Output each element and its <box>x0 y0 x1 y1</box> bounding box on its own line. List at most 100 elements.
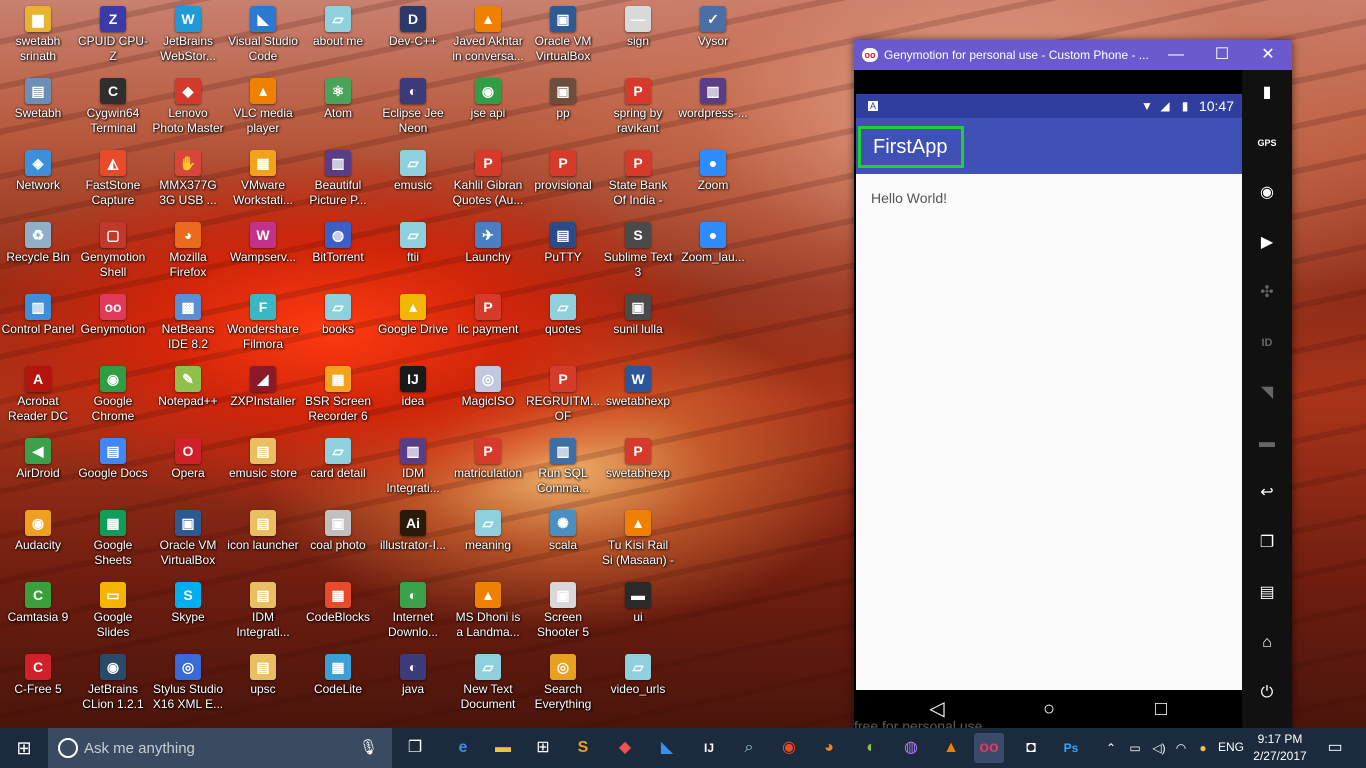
desktop-icon[interactable]: ▲ Google Drive <box>375 288 451 358</box>
desktop-icon[interactable]: ▦ VMware Workstati... <box>225 144 301 214</box>
desktop-icon[interactable]: ◐ Eclipse Jee Neon <box>375 72 451 142</box>
desktop-icon[interactable]: Pswetabhexp <box>600 432 676 502</box>
desktop-icon[interactable]: Wswetabhexp <box>600 360 676 430</box>
desktop-icon[interactable]: ▱ card detail <box>300 432 376 502</box>
gps-icon[interactable]: GPS <box>1252 128 1282 158</box>
desktop-icon[interactable]: ● Zoom <box>675 144 751 214</box>
home-icon[interactable]: ⌂ <box>1252 628 1282 658</box>
desktop-icon[interactable]: ▆ swetabh srinath <box>0 0 76 70</box>
desktop-icon[interactable]: PState Bank Of India -Recr... <box>600 144 676 214</box>
desktop-icon[interactable]: ◎ Search Everything <box>525 648 601 718</box>
magnifier-icon[interactable]: ⌕ <box>734 733 764 763</box>
desktop-icon[interactable]: ▤ Google Docs <box>75 432 151 502</box>
desktop-icon[interactable]: O Opera <box>150 432 226 502</box>
desktop-icon[interactable]: ◈ Network <box>0 144 76 214</box>
desktop-icon[interactable]: ✋ MMX377G 3G USB ... <box>150 144 226 214</box>
desktop-icon[interactable]: Pprovisional <box>525 144 601 214</box>
desktop-icon[interactable]: ▱ video_urls <box>600 648 676 718</box>
desktop-icon[interactable]: A Acrobat Reader DC <box>0 360 76 430</box>
weather-icon[interactable]: ● <box>1188 733 1218 763</box>
paint-icon[interactable]: ◆ <box>610 733 640 763</box>
photoshop-icon[interactable]: Ps <box>1056 733 1086 763</box>
desktop-icon[interactable]: Pspring by ravikant <box>600 72 676 142</box>
desktop-icon[interactable]: ▥ wordpress-... <box>675 72 751 142</box>
desktop-icon[interactable]: ▦ BSR Screen Recorder 6 <box>300 360 376 430</box>
desktop-icon[interactable]: ♻ Recycle Bin <box>0 216 76 286</box>
desktop-icon[interactable]: ◉ Audacity <box>0 504 76 574</box>
recent-apps-icon[interactable]: ❐ <box>1252 528 1282 558</box>
file-explorer-icon[interactable]: ▬ <box>488 733 518 763</box>
rss-icon[interactable]: ◥ <box>1252 378 1282 408</box>
genymotion-taskbar-icon[interactable]: oo <box>974 733 1004 763</box>
desktop-icon[interactable]: ▭ Google Slides <box>75 576 151 646</box>
desktop-icon[interactable]: ● Zoom_lau... <box>675 216 751 286</box>
desktop-icon[interactable]: ▱ emusic <box>375 144 451 214</box>
desktop-icon[interactable]: ▱ ftii <box>375 216 451 286</box>
desktop-icon[interactable]: ◐ java <box>375 648 451 718</box>
desktop-icon[interactable]: ▣ Oracle VM VirtualBox <box>150 504 226 574</box>
desktop-icon[interactable]: ▱ quotes <box>525 288 601 358</box>
desktop-icon[interactable]: Ai illustrator-I... <box>375 504 451 574</box>
desktop-icon[interactable]: Z CPUID CPU-Z <box>75 0 151 70</box>
cat-app-icon[interactable]: ◍ <box>896 733 926 763</box>
desktop-icon[interactable]: C Camtasia 9 <box>0 576 76 646</box>
android-studio-icon[interactable]: ◐ <box>856 733 886 763</box>
desktop-icon[interactable]: W JetBrains WebStor... <box>150 0 226 70</box>
desktop-icon[interactable]: ◣ Visual Studio Code <box>225 0 301 70</box>
action-center-icon[interactable]: ▭ <box>1320 733 1350 763</box>
desktop-icon[interactable]: ▩ NetBeans IDE 8.2 <box>150 288 226 358</box>
battery-icon[interactable]: ▮ <box>1252 78 1282 108</box>
desktop-icon[interactable]: ✈ Launchy <box>450 216 526 286</box>
desktop-icon[interactable]: S Sublime Text 3 <box>600 216 676 286</box>
desktop-icon[interactable]: ▢ Genymotion Shell <box>75 216 151 286</box>
desktop-icon[interactable]: ▤ emusic store <box>225 432 301 502</box>
desktop-icon[interactable]: ▣ sunil lulla <box>600 288 676 358</box>
desktop-icon[interactable]: ▲ MS Dhoni is a Landma... <box>450 576 526 646</box>
desktop-icon[interactable]: ▲ VLC media player <box>225 72 301 142</box>
desktop-icon[interactable]: ◎ MagicISO <box>450 360 526 430</box>
genymotion-window[interactable]: oo Genymotion for personal use - Custom … <box>854 40 1292 734</box>
desktop-icon[interactable]: ▬ ui <box>600 576 676 646</box>
menu-icon[interactable]: ▤ <box>1252 578 1282 608</box>
desktop-icon[interactable]: C C-Free 5 <box>0 648 76 718</box>
edge-icon[interactable]: e <box>448 733 478 763</box>
intellij-icon[interactable]: IJ <box>694 733 724 763</box>
desktop-icon[interactable]: D Dev-C++ <box>375 0 451 70</box>
desktop-icon[interactable]: ▣ Screen Shooter 5 <box>525 576 601 646</box>
desktop-icon[interactable]: ◢ ZXPInstaller <box>225 360 301 430</box>
camera-icon[interactable]: ◉ <box>1252 178 1282 208</box>
desktop-icon[interactable]: Pmatriculation <box>450 432 526 502</box>
dpad-icon[interactable]: ✣ <box>1252 278 1282 308</box>
desktop-icon[interactable]: ▱ books <box>300 288 376 358</box>
desktop-icon[interactable]: ◐ Internet Downlo... <box>375 576 451 646</box>
microphone-icon[interactable]: 🎙 <box>359 738 378 756</box>
video-icon[interactable]: ▶ <box>1252 228 1282 258</box>
desktop-icon[interactable]: P Kahlil Gibran Quotes (Au... <box>450 144 526 214</box>
chrome-icon[interactable]: ◉ <box>774 733 804 763</box>
desktop-icon[interactable]: ▣ pp <box>525 72 601 142</box>
desktop-icon[interactable]: — sign <box>600 0 676 70</box>
desktop-icon[interactable]: ▱ about me <box>300 0 376 70</box>
desktop-icon[interactable]: ◍ BitTorrent <box>300 216 376 286</box>
desktop-icon[interactable]: ◭ FastStone Capture <box>75 144 151 214</box>
desktop-icon[interactable]: Plic payment <box>450 288 526 358</box>
sms-icon[interactable]: ▬ <box>1252 428 1282 458</box>
desktop-icon[interactable]: ◉ JetBrains CLion 1.2.1 <box>75 648 151 718</box>
id-icon[interactable]: ID <box>1252 328 1282 358</box>
desktop-icon[interactable]: ▤ PuTTY <box>525 216 601 286</box>
nav-home-icon[interactable]: ○ <box>1034 696 1064 722</box>
desktop-icon[interactable]: ⚛ Atom <box>300 72 376 142</box>
desktop-icon[interactable]: ▤ upsc <box>225 648 301 718</box>
minimize-button[interactable]: — <box>1156 44 1196 66</box>
desktop-icon[interactable]: ▲Tu Kisi Rail Si (Masaan) - ... <box>600 504 676 574</box>
task-view-icon[interactable]: ❐ <box>400 733 430 763</box>
nav-recents-icon[interactable]: □ <box>1146 696 1176 722</box>
desktop-icon[interactable]: ▤ Swetabh <box>0 72 76 142</box>
desktop-icon[interactable]: ▦ CodeBlocks <box>300 576 376 646</box>
desktop-icon[interactable]: ✎ Notepad++ <box>150 360 226 430</box>
desktop-icon[interactable]: PREGRUITM... OF PROBAT... <box>525 360 601 430</box>
android-screen[interactable] <box>856 94 1242 690</box>
desktop-icon[interactable]: ▦ CodeLite <box>300 648 376 718</box>
visual-studio-code-icon[interactable]: ◣ <box>652 733 682 763</box>
desktop-icon[interactable]: ▱ meaning <box>450 504 526 574</box>
